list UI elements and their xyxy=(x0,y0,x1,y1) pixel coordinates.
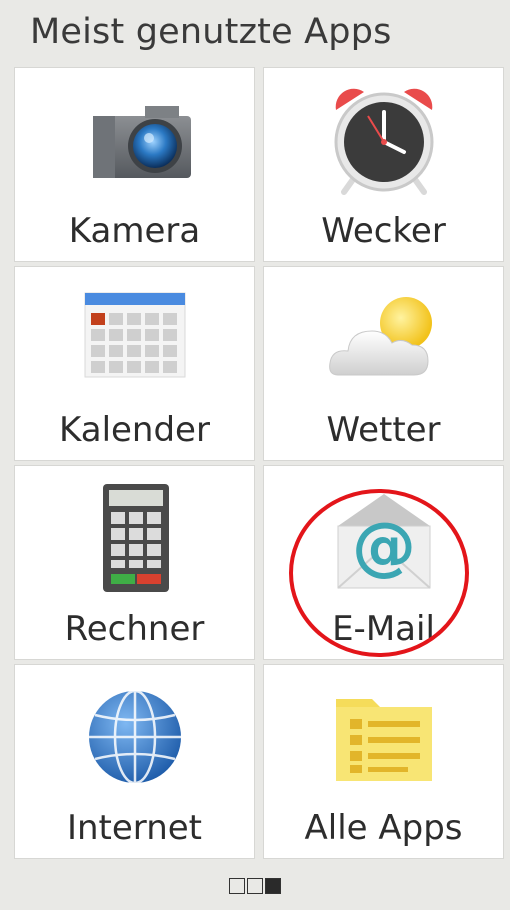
alarm-clock-icon xyxy=(324,80,444,200)
weather-icon xyxy=(324,279,444,399)
app-label: Internet xyxy=(66,808,202,848)
app-tile-kamera[interactable]: Kamera xyxy=(14,67,255,262)
page-title: Meist genutzte Apps xyxy=(30,12,392,52)
calendar-icon xyxy=(75,279,195,399)
app-tile-kalender[interactable]: Kalender xyxy=(14,266,255,461)
email-icon: @ xyxy=(324,478,444,598)
app-label: Rechner xyxy=(64,609,205,649)
calculator-icon xyxy=(75,478,195,598)
svg-text:@: @ xyxy=(352,510,416,584)
app-tile-email[interactable]: @ E-Mail xyxy=(263,465,504,660)
app-label: E-Mail xyxy=(332,609,435,649)
page-dot-3[interactable] xyxy=(265,878,281,894)
globe-icon xyxy=(75,677,195,797)
folder-list-icon xyxy=(324,677,444,797)
camera-icon xyxy=(75,80,195,200)
app-tile-rechner[interactable]: Rechner xyxy=(14,465,255,660)
page-dot-2[interactable] xyxy=(247,878,263,894)
app-tile-alle-apps[interactable]: Alle Apps xyxy=(263,664,504,859)
app-label: Kalender xyxy=(59,410,210,450)
app-label: Wecker xyxy=(321,211,446,251)
header: Meist genutzte Apps xyxy=(0,0,510,66)
app-tile-internet[interactable]: Internet xyxy=(14,664,255,859)
app-label: Kamera xyxy=(68,211,201,251)
page-indicator[interactable] xyxy=(0,866,510,906)
app-label: Wetter xyxy=(326,410,441,450)
page-dot-1[interactable] xyxy=(229,878,245,894)
app-grid: Kamera Wecker Kalender Wetter Rechner @ … xyxy=(14,67,504,859)
app-label: Alle Apps xyxy=(304,808,463,848)
app-tile-wecker[interactable]: Wecker xyxy=(263,67,504,262)
app-tile-wetter[interactable]: Wetter xyxy=(263,266,504,461)
